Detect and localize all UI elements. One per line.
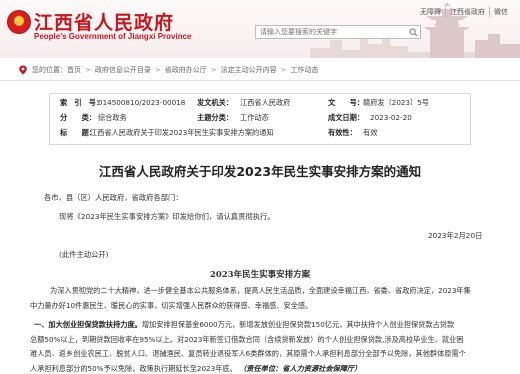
breadcrumb-separator: > xyxy=(210,66,217,74)
section-title: 2023年民生实事安排方案 xyxy=(209,270,311,280)
breadcrumb-statutory[interactable]: 法定主动公开内容 xyxy=(221,65,277,75)
item-1-paragraph: 一、加大创业担保贷款扶持力度。增加安排担保基金6000万元，新增发放创业担保贷款… xyxy=(30,318,492,374)
breadcrumb-office[interactable]: 省政府办公厅 xyxy=(165,65,207,75)
location-pin-icon xyxy=(19,65,27,75)
wechat-link[interactable]: 微信 xyxy=(489,7,512,17)
site-subtitle: People's Government of Jiangxi Province xyxy=(34,32,192,41)
breadcrumb-gov-info[interactable]: 政府信息公开目录 xyxy=(95,65,151,75)
breadcrumb-separator: > xyxy=(280,66,287,74)
index-value: 014500810/2023-00018 xyxy=(98,98,186,107)
topic-label: 主题分类： xyxy=(197,113,233,122)
issuer-label: 发文机关： xyxy=(197,98,233,107)
site-header: 江西省人民政府 People's Government of Jiangxi P… xyxy=(0,0,520,58)
breadcrumb-label: 您的位置： xyxy=(32,66,67,74)
national-emblem-icon xyxy=(7,10,31,34)
item-1-text: 人承担利息部分的50%予以免除，政策执行期延长至2023年底。 xyxy=(30,363,237,373)
item-1-line: 难人员、返乡创业农民工、脱贫人口、退捕渔民、复员转业退役军人6类群体的，其原需个… xyxy=(30,349,466,358)
category-label: 分 类： xyxy=(60,113,96,122)
search-icon xyxy=(408,27,418,37)
body-paragraph: 现将《2023年民生实事安排方案》印发给你们，请认真贯彻执行。 xyxy=(59,212,275,221)
breadcrumb-separator: > xyxy=(154,66,161,74)
province-gov-link[interactable]: 江西省政府 xyxy=(445,7,489,17)
date-label: 成文日期： xyxy=(328,113,364,122)
breadcrumb-separator: > xyxy=(85,66,91,74)
divider xyxy=(0,80,520,81)
intro-paragraph: 为深入贯彻党的二十大精神，进一步健全基本公共服务体系，提高人民生活品质，全面建设… xyxy=(30,284,492,313)
doc-number-label: 文 号： xyxy=(328,98,364,107)
breadcrumb: 您的位置： 首页 > 政府信息公开目录 > 省政府办公厅 > 法定主动公开内容 … xyxy=(18,65,319,75)
search-button[interactable] xyxy=(405,25,421,39)
item-1-text: 增加安排担保基金6000万元，新增发放创业担保贷款150亿元，其中扶持个人创业担… xyxy=(141,320,455,329)
responsible-unit-note: （责任单位：省人力资源社会保障厅） xyxy=(239,363,362,373)
validity-label: 有效性： xyxy=(328,128,357,137)
issuer-value: 江西省人民政府 xyxy=(240,98,291,107)
topic-value: 工作动态 xyxy=(240,113,269,122)
accessibility-link[interactable]: 无障碍 xyxy=(416,7,445,17)
document-info-box: 索 引 号： 014500810/2023-00018 发文机关： 江西省人民政… xyxy=(49,93,471,145)
item-1-first-line: 一、加大创业担保贷款扶持力度。增加安排担保基金6000万元，新增发放创业担保贷款… xyxy=(30,318,492,333)
breadcrumb-home[interactable]: 首页 xyxy=(67,65,81,75)
date-value: 2023-02-20 xyxy=(370,113,412,122)
search-input[interactable] xyxy=(255,25,421,39)
item-1-last-line: 人承担利息部分的50%予以免除，政策执行期延长至2023年底。 （责任单位：省人… xyxy=(30,362,492,374)
intro-line: 为深入贯彻党的二十大精神，进一步健全基本公共服务体系，提高人民生活品质，全面建设… xyxy=(50,286,471,295)
site-title[interactable]: 江西省人民政府 xyxy=(34,8,174,35)
document-title: 江西省人民政府关于印发2023年民生实事安排方案的通知 xyxy=(98,164,422,179)
breadcrumb-work-news[interactable]: 工作动态 xyxy=(291,65,319,75)
intro-line: 中力量办好10件惠民生、暖民心的实事，切实增强人民群众的获得感、幸福感、安全感。 xyxy=(30,300,313,310)
top-links: 无障碍 江西省政府 微信 xyxy=(416,7,512,17)
signature-date: 2023年2月20日 xyxy=(428,231,483,240)
public-note: (此件主动公开) xyxy=(59,250,109,259)
item-1-heading: 一、加大创业担保贷款扶持力度。 xyxy=(34,320,142,329)
item-1-line: 总额50%以上，到期贷款回收率在95%以上。对2023年新签订借款合同（含续贷新… xyxy=(30,334,464,344)
salutation: 各市、县（区）人民政府，省政府各部门： xyxy=(44,193,183,202)
doc-number-value: 赣府发〔2023〕5号 xyxy=(363,98,429,107)
index-label: 索 引 号： xyxy=(60,98,104,107)
validity-value: 有效 xyxy=(363,128,378,137)
title-value: 江西省人民政府关于印发2023年民生实事安排方案的通知 xyxy=(90,128,274,137)
category-value: 综合政务 xyxy=(98,113,127,122)
